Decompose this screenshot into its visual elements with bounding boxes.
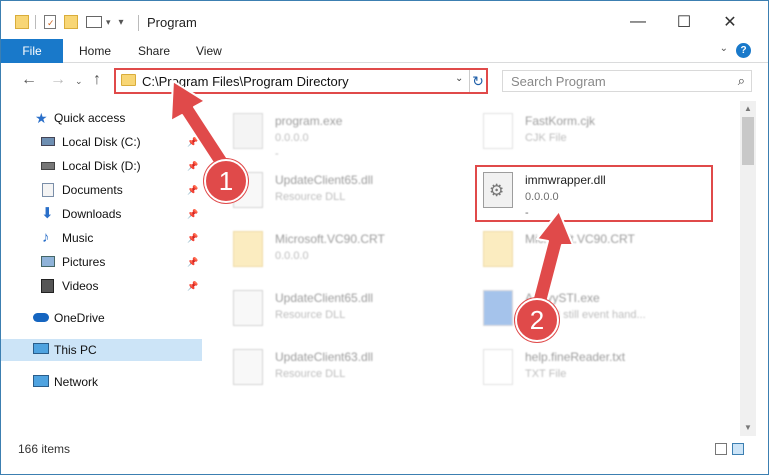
step-badge-1: 1: [204, 159, 248, 203]
arrow-2: [531, 210, 574, 307]
annotation-arrows: [170, 80, 574, 307]
file-explorer-window: ✓ ▾ ▾ Program — ☐ ✕ File Home Share View…: [0, 0, 769, 475]
step-badge-2: 2: [515, 298, 559, 342]
